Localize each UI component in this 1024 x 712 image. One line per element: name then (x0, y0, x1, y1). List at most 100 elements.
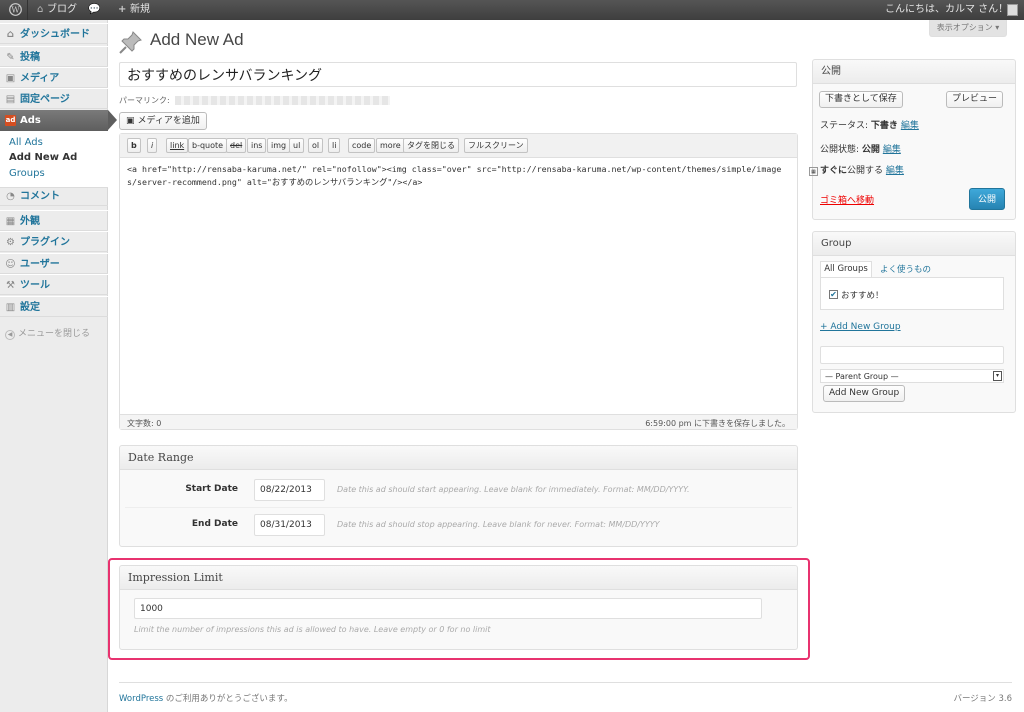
edit-status-link[interactable]: 編集 (901, 121, 919, 131)
sidebar-item-ads[interactable]: ad Ads (0, 110, 117, 131)
svg-text:W: W (11, 6, 20, 15)
settings-icon: ▥ (5, 302, 16, 313)
sidebar-item-plugins[interactable]: ⚙ プラグイン (0, 231, 108, 252)
admin-bar-greeting[interactable]: こんにちは、カルマ さん！ (885, 0, 1008, 20)
autosave-status: 6:59:00 pm に下書きを保存しました。 (645, 419, 790, 428)
start-date-help: Date this ad should start appearing. Lea… (337, 485, 690, 494)
date-range-title: Date Range (120, 446, 797, 470)
impression-limit-input[interactable] (134, 598, 762, 619)
screen-options-button[interactable]: 表示オプション ▾ (929, 20, 1007, 37)
pin-icon: ✎ (6, 52, 15, 63)
quicktag-del-button[interactable]: del (226, 138, 247, 153)
group-item-label: おすすめ！ (841, 291, 884, 301)
admin-bar-new-link[interactable]: 新規 (130, 0, 150, 20)
permalink-label: パーマリンク: (119, 96, 170, 105)
move-to-trash-link[interactable]: ゴミ箱へ移動 (820, 193, 874, 206)
plus-icon: + (118, 4, 127, 15)
users-icon: ☺ (5, 259, 16, 270)
footer-version: バージョン 3.6 (953, 694, 1012, 704)
parent-group-select[interactable]: — Parent Group — ▾ (820, 369, 1004, 383)
quicktag-more-button[interactable]: more (376, 138, 405, 153)
date-range-box: Date Range (119, 445, 798, 547)
end-date-help: Date this ad should stop appearing. Leav… (337, 520, 660, 529)
quicktag-code-button[interactable]: code (348, 138, 376, 153)
appearance-icon: ▦ (5, 216, 16, 227)
permalink-url-blurred (175, 96, 390, 105)
sidebar-sub-all-ads[interactable]: All Ads (9, 137, 43, 148)
quicktag-li-button[interactable]: li (328, 138, 341, 153)
admin-sidebar: ⌂ ダッシュボード ✎ 投稿 ▣ メディア ▤ 固定ページ ad Ads All Ads … (0, 20, 117, 712)
visibility-row: 公開状態: 公開 編集 (820, 145, 901, 155)
sidebar-item-media[interactable]: ▣ メディア (0, 67, 108, 88)
sidebar-item-appearance[interactable]: ▦ 外観 (0, 210, 108, 231)
collapse-menu-button[interactable]: ◀ メニューを閉じる (5, 326, 90, 340)
publish-title: 公開 (813, 60, 1015, 84)
footer-thanks: WordPress のご利用ありがとうございます。 (119, 694, 293, 704)
quicktag-ins-button[interactable]: ins (247, 138, 267, 153)
add-new-group-link[interactable]: + Add New Group (820, 322, 901, 332)
sidebar-item-posts[interactable]: ✎ 投稿 (0, 46, 108, 67)
tools-icon: ⚒ (6, 280, 15, 291)
page-title: Add New Ad (150, 30, 244, 49)
impression-limit-help: Limit the number of impressions this ad … (134, 625, 491, 634)
quicktag-fullscreen-button[interactable]: フルスクリーン (464, 138, 528, 153)
calendar-icon: ▦ (809, 167, 818, 176)
sidebar-item-comments[interactable]: ◔ コメント (0, 185, 108, 206)
add-new-group-button[interactable]: Add New Group (823, 385, 906, 402)
quicktag-bold-button[interactable]: b (127, 138, 141, 153)
save-draft-button[interactable]: 下書きとして保存 (819, 91, 903, 108)
comments-icon[interactable]: 💬 (88, 0, 100, 20)
schedule-row: ▦ すぐに公開する 編集 (809, 163, 904, 176)
footer-wordpress-link[interactable]: WordPress (119, 694, 163, 704)
start-date-input[interactable] (254, 479, 325, 501)
quicktag-close-tags-button[interactable]: タグを閉じる (403, 138, 459, 153)
sidebar-sub-groups[interactable]: Groups (9, 168, 45, 179)
sidebar-sub-add-new-ad[interactable]: Add New Ad (9, 152, 77, 163)
tab-all-groups[interactable]: All Groups (820, 261, 872, 277)
media-icon: ▣ (5, 73, 16, 84)
post-title-input[interactable] (119, 62, 797, 87)
word-count: 文字数: 0 (127, 419, 162, 428)
group-title: Group (813, 232, 1015, 256)
edit-visibility-link[interactable]: 編集 (883, 145, 901, 155)
plugin-icon: ⚙ (6, 237, 15, 248)
sidebar-item-users[interactable]: ☺ ユーザー (0, 253, 108, 274)
sidebar-item-settings[interactable]: ▥ 設定 (0, 296, 108, 317)
sidebar-item-pages[interactable]: ▤ 固定ページ (0, 88, 108, 109)
end-date-label: End Date (191, 519, 238, 529)
add-media-button[interactable]: ▣ メディアを追加 (119, 112, 207, 130)
avatar[interactable] (1007, 4, 1018, 16)
quicktag-ul-button[interactable]: ul (289, 138, 305, 153)
admin-bar-blog-link[interactable]: ブログ (47, 0, 77, 20)
home-icon: ⌂ (6, 29, 15, 40)
new-group-name-input[interactable] (820, 346, 1004, 364)
admin-bar: W ⌂ ブログ 💬 + 新規 こんにちは、カルマ さん！ (0, 0, 1024, 20)
end-date-input[interactable] (254, 514, 325, 536)
wordpress-logo-icon[interactable]: W (8, 0, 22, 20)
home-icon: ⌂ (37, 4, 44, 15)
quicktag-img-button[interactable]: img (267, 138, 291, 153)
start-date-label: Start Date (185, 484, 238, 494)
quicktag-italic-button[interactable]: i (147, 138, 158, 153)
quicktag-link-button[interactable]: link (166, 138, 189, 153)
status-row: ステータス: 下書き 編集 (820, 121, 919, 131)
quicktag-ol-button[interactable]: ol (308, 138, 324, 153)
comment-icon: ◔ (6, 191, 15, 202)
sidebar-item-tools[interactable]: ⚒ ツール (0, 274, 108, 295)
editor-textarea[interactable]: <a href="http://rensaba-karuma.net/" rel… (127, 163, 787, 189)
preview-button[interactable]: プレビュー (946, 91, 1003, 108)
sidebar-item-dashboard[interactable]: ⌂ ダッシュボード (0, 23, 108, 44)
publish-button[interactable]: 公開 (969, 188, 1005, 210)
editor-container: <a href="http://rensaba-karuma.net/" rel… (119, 133, 798, 430)
collapse-arrow-icon: ◀ (5, 330, 15, 340)
group-checkbox[interactable]: ✔ (829, 290, 838, 299)
chevron-down-icon: ▾ (993, 371, 1002, 381)
ads-icon: ad (5, 115, 16, 126)
quicktag-bquote-button[interactable]: b-quote (188, 138, 228, 153)
impression-limit-title: Impression Limit (120, 566, 797, 590)
edit-schedule-link[interactable]: 編集 (886, 166, 904, 176)
media-icon: ▣ (126, 116, 135, 126)
tab-popular-groups[interactable]: よく使うもの (880, 263, 931, 275)
pushpin-icon (119, 30, 143, 54)
page-icon: ▤ (5, 94, 16, 105)
